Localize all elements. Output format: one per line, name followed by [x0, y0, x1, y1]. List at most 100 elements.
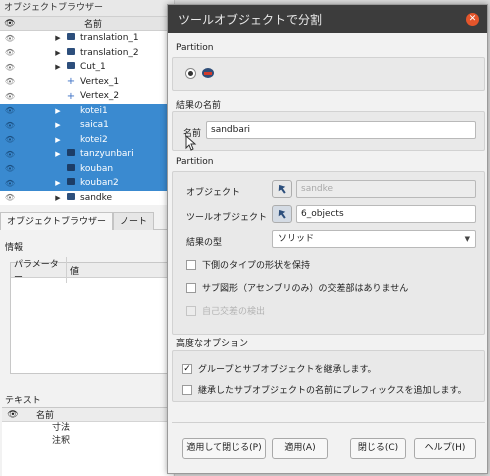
solid-shape-icon: [64, 178, 78, 188]
object-select-button[interactable]: [272, 180, 292, 198]
solid-shape-icon: [64, 33, 78, 43]
tool-object-field[interactable]: 6_objects: [296, 205, 476, 223]
tab-object-browser[interactable]: オブジェクトブラウザー: [0, 212, 114, 230]
checkbox-box[interactable]: ✓: [182, 363, 192, 374]
help-button[interactable]: ヘルプ(H): [414, 438, 476, 459]
text-title: テキスト: [5, 396, 41, 406]
visibility-eye-icon[interactable]: 👁: [0, 106, 20, 115]
object-field[interactable]: sandke: [296, 180, 476, 198]
expand-arrow-icon[interactable]: ▶: [52, 63, 64, 71]
name-column-header[interactable]: 名前: [20, 17, 102, 30]
tree-item-kotei2[interactable]: 👁 ▶ kotei2: [0, 132, 174, 147]
tree-item-label: sandke: [80, 192, 113, 203]
visibility-eye-icon[interactable]: 👁: [0, 193, 20, 202]
partition-shape-icon: [201, 66, 215, 83]
tree-item-tanzyunbari[interactable]: 👁 ▶ tanzyunbari: [0, 147, 174, 162]
tree-header: 👁 名前: [0, 16, 174, 31]
keep-shapes-checkbox[interactable]: 下側のタイプの形状を保持: [186, 258, 310, 271]
visibility-eye-icon[interactable]: 👁: [0, 63, 20, 72]
tree-item-label: saica1: [80, 120, 109, 131]
parameter-column-header[interactable]: パラメーター: [11, 257, 67, 283]
prefix-label: 継承したサブオブジェクトの名前にプレフィックスを追加します。: [198, 386, 467, 396]
tree-item-translation-2[interactable]: 👁 ▶ translation_2: [0, 45, 174, 60]
no-intersect-checkbox[interactable]: サブ図形（アセンブリのみ）の交差部はありません: [186, 281, 408, 294]
tree-item-label: kouban2: [80, 178, 119, 189]
tree-item-label: kouban: [80, 163, 114, 174]
visibility-eye-icon[interactable]: 👁: [0, 150, 20, 159]
parameter-table: パラメーター 値: [10, 257, 173, 374]
expand-arrow-icon[interactable]: ▶: [52, 150, 64, 158]
checkbox-box[interactable]: [182, 384, 192, 395]
eye-header-icon[interactable]: 👁: [2, 410, 24, 420]
dialog-title: ツールオブジェクトで分割: [178, 12, 323, 27]
expand-arrow-icon[interactable]: ▶: [52, 194, 64, 202]
expand-arrow-icon[interactable]: ▶: [52, 121, 64, 129]
text-item-annotation[interactable]: 注釈: [2, 435, 173, 448]
tree-item-label: tanzyunbari: [80, 149, 134, 160]
apply-and-close-button[interactable]: 適用して閉じる(P): [182, 438, 266, 459]
tree-item-kotei1[interactable]: 👁 ▶ kotei1: [0, 103, 174, 118]
object-browser-panel: オブジェクトブラウザー 👁 名前 👁 ▶ translation_1 👁 ▶ transl…: [0, 0, 175, 476]
expand-arrow-icon[interactable]: ▶: [52, 49, 64, 57]
result-name-input[interactable]: sandbari: [206, 121, 476, 139]
expand-arrow-icon[interactable]: ▶: [52, 136, 64, 144]
tree-item-cut-1[interactable]: 👁 ▶ Cut_1: [0, 60, 174, 75]
checkbox-box[interactable]: [186, 259, 196, 270]
expand-arrow-icon[interactable]: ▶: [52, 107, 64, 115]
tree-item-vertex-2[interactable]: 👁▶+Vertex_2: [0, 89, 174, 104]
solid-shape-icon: [64, 163, 78, 174]
visibility-eye-icon[interactable]: 👁: [0, 77, 20, 86]
text-name-header[interactable]: 名前: [24, 408, 54, 421]
keep-shapes-label: 下側のタイプの形状を保持: [202, 261, 311, 271]
tree-item-label: translation_2: [80, 47, 139, 58]
tree-item-translation-1[interactable]: 👁 ▶ translation_1: [0, 31, 174, 46]
object-tree: 👁▶translation_1👁▶translation_2👁▶Cut_1👁▶+…: [0, 31, 174, 205]
visibility-eye-icon[interactable]: 👁: [0, 121, 20, 130]
tree-item-label: kotei2: [80, 134, 108, 145]
vertex-icon: +: [66, 76, 76, 88]
tree-item-label: Vertex_1: [80, 76, 120, 87]
close-icon[interactable]: ✕: [466, 13, 479, 26]
inherit-checkbox[interactable]: ✓ グループとサブオブジェクトを継承します。: [182, 362, 377, 375]
dialog-titlebar[interactable]: ツールオブジェクトで分割 ✕: [168, 5, 487, 33]
apply-button[interactable]: 適用(A): [272, 438, 328, 459]
checkbox-box[interactable]: [186, 282, 196, 293]
visibility-eye-icon[interactable]: 👁: [0, 135, 20, 144]
expand-arrow-icon[interactable]: ▶: [52, 179, 64, 187]
visibility-eye-icon[interactable]: 👁: [0, 48, 20, 57]
text-item-dimension[interactable]: 寸法: [2, 422, 173, 435]
visibility-eye-icon[interactable]: 👁: [0, 164, 20, 173]
object-label: オブジェクト: [186, 188, 241, 198]
prefix-checkbox[interactable]: 継承したサブオブジェクトの名前にプレフィックスを追加します。: [182, 383, 467, 396]
checkbox-box: [186, 305, 196, 316]
select-arrow-icon: [278, 209, 286, 219]
partition-section-title: Partition: [176, 43, 214, 53]
expand-arrow-icon[interactable]: ▶: [52, 34, 64, 42]
value-column-header[interactable]: 値: [67, 264, 79, 277]
tree-item-kouban[interactable]: 👁▶kouban: [0, 161, 174, 176]
close-button[interactable]: 閉じる(C): [350, 438, 406, 459]
tree-item-vertex-1[interactable]: 👁▶+Vertex_1: [0, 74, 174, 89]
solid-shape-icon: [64, 62, 78, 72]
self-intersect-checkbox: 自己交差の検出: [186, 304, 265, 317]
tab-notes[interactable]: ノート: [113, 212, 155, 230]
mouse-cursor-icon: [185, 135, 197, 151]
tree-item-saica1[interactable]: 👁 ▶ saica1: [0, 118, 174, 133]
tool-object-select-button[interactable]: [272, 205, 292, 223]
tree-item-label: translation_1: [80, 33, 139, 44]
tool-object-label: ツールオブジェクト: [186, 213, 268, 223]
text-tree: 👁 名前 寸法 注釈: [2, 407, 173, 476]
tree-item-sandke[interactable]: 👁 ▶ sandke: [0, 190, 174, 205]
visibility-eye-icon[interactable]: 👁: [0, 179, 20, 188]
visibility-eye-icon[interactable]: 👁: [0, 92, 20, 101]
select-arrow-icon: [278, 184, 286, 194]
visibility-eye-icon[interactable]: 👁: [0, 34, 20, 43]
partition-radio[interactable]: [185, 68, 196, 79]
tree-item-kouban2[interactable]: 👁 ▶ kouban2: [0, 176, 174, 191]
self-intersect-label: 自己交差の検出: [202, 307, 266, 317]
partition-args-section-title: Partition: [176, 157, 214, 167]
solid-shape-icon: [64, 192, 78, 203]
result-type-select[interactable]: ソリッド ▼: [272, 230, 476, 248]
eye-header-icon[interactable]: 👁: [0, 19, 20, 29]
browser-tabs: オブジェクトブラウザー ノート: [0, 212, 175, 230]
